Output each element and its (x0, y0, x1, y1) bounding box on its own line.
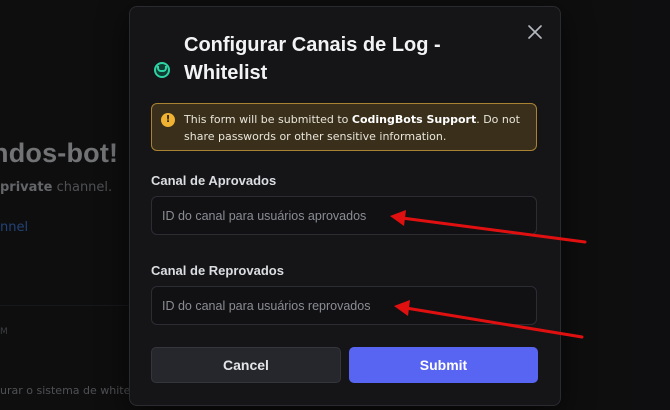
rejected-channel-input[interactable] (152, 287, 536, 324)
approved-channel-label: Canal de Aprovados (151, 173, 277, 188)
close-icon (528, 25, 542, 39)
bot-avatar-icon (154, 62, 170, 78)
warning-icon: ! (161, 113, 175, 127)
close-button[interactable] (524, 21, 546, 43)
rejected-channel-field[interactable] (151, 286, 537, 325)
whitelist-log-config-modal: Configurar Canais de Log - Whitelist ! T… (129, 6, 561, 406)
cancel-button[interactable]: Cancel (151, 347, 341, 383)
approved-channel-input[interactable] (152, 197, 536, 234)
modal-title: Configurar Canais de Log - Whitelist (184, 34, 441, 84)
rejected-channel-label: Canal de Reprovados (151, 263, 284, 278)
approved-channel-field[interactable] (151, 196, 537, 235)
submit-button[interactable]: Submit (349, 347, 538, 383)
submission-warning: ! This form will be submitted to CodingB… (151, 103, 537, 151)
